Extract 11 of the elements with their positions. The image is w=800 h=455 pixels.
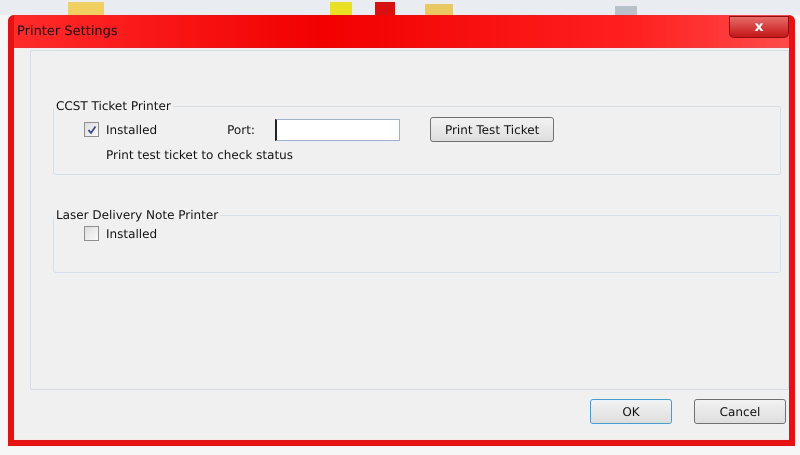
ok-button[interactable]: OK (590, 399, 672, 424)
close-button[interactable]: x (729, 16, 789, 38)
cancel-button[interactable]: Cancel (694, 399, 786, 424)
port-label: Port: (227, 122, 255, 136)
group-title: CCST Ticket Printer (55, 99, 172, 113)
window-title: Printer Settings (17, 24, 118, 39)
print-test-ticket-button[interactable]: Print Test Ticket (430, 117, 554, 142)
checkbox-label: Installed (106, 226, 158, 240)
group-title: Laser Delivery Note Printer (55, 208, 220, 222)
checkbox-label: Installed (106, 122, 158, 136)
status-hint: Print test ticket to check status (106, 148, 294, 162)
